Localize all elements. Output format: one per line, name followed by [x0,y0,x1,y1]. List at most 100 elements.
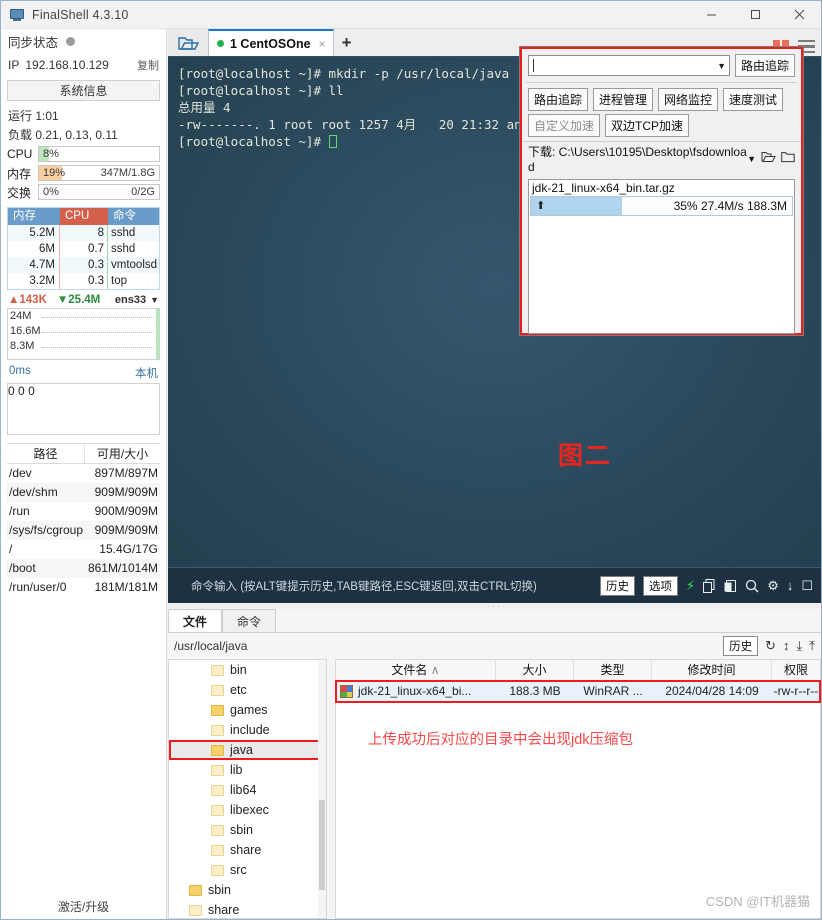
net-scale-2: 8.3M [10,340,35,352]
lat-scale-2: 0 [28,384,35,398]
tree-item-java[interactable]: java [169,740,326,760]
download-icon[interactable]: ⤓ [797,638,803,654]
upload-icon[interactable]: ⤒ [809,638,815,654]
tree-item-etc[interactable]: etc [169,680,326,700]
process-row[interactable]: 3.2M 0.3 top [8,273,159,289]
command-input-bar[interactable]: 命令输入 (按ALT键提示历史,TAB键路径,ESC键返回,双击CTRL切换) … [168,567,821,603]
folder-icon [211,864,224,876]
disk-row[interactable]: /boot 861M/1014M [7,559,160,578]
download-icon[interactable]: ↓ [787,578,794,593]
meter-label: 交换 [7,185,32,200]
meter-bar: 8% [38,146,160,162]
column-permissions[interactable]: 权限 [772,660,820,680]
sync-status-label: 同步状态 [8,36,59,50]
tree-item-src[interactable]: src [169,860,326,880]
tool-speed-test[interactable]: 速度测试 [723,88,784,111]
tree-item-include[interactable]: include [169,720,326,740]
tab-commands[interactable]: 命令 [222,609,277,632]
chevron-down-icon[interactable]: ▼ [717,56,726,75]
tool-route-trace[interactable]: 路由追踪 [528,88,589,111]
close-button[interactable] [777,1,821,29]
options-button[interactable]: 选项 [643,575,679,596]
bolt-icon[interactable]: ⚡ [686,578,695,594]
process-cmd: vmtoolsd [111,259,158,271]
tool-dual-tcp-accel[interactable]: 双边TCP加速 [605,114,690,137]
disk-row[interactable]: /dev 897M/897M [7,464,160,483]
process-row[interactable]: 6M 0.7 sshd [8,241,159,257]
tab-centosone[interactable]: 1 CentOSOne × [208,29,334,56]
disk-row[interactable]: /dev/shm 909M/909M [7,483,160,502]
network-interface-select[interactable]: ens33 [115,294,146,306]
copy-icon[interactable] [703,578,716,593]
disk-row[interactable]: /run/user/0 181M/181M [7,578,160,597]
column-modified[interactable]: 修改时间 [652,660,772,680]
disk-path: / [9,542,13,556]
close-icon[interactable]: × [319,37,326,51]
maximize-button[interactable] [733,1,777,29]
host-combobox[interactable]: ▼ [528,55,730,76]
disk-row[interactable]: /run 900M/909M [7,502,160,521]
process-row[interactable]: 5.2M 8 sshd [8,225,159,241]
transfer-status: 35% 27.4M/s 188.3M [673,199,787,213]
process-cpu: 0.7 [60,241,108,257]
activate-upgrade-link[interactable]: 激活/升级 [1,898,166,915]
tree-item-sbin[interactable]: sbin [169,820,326,840]
open-folder-icon[interactable] [761,151,776,166]
column-size[interactable]: 大小 [496,660,574,680]
tree-item-libexec[interactable]: libexec [169,800,326,820]
disk-row[interactable]: /sys/fs/cgroup 909M/909M [7,521,160,540]
tree-item-share[interactable]: share [169,900,326,918]
file-modified-cell: 2024/04/28 14:09 [665,684,759,698]
search-icon[interactable] [745,579,759,593]
tab-files[interactable]: 文件 [168,609,223,632]
current-path[interactable]: /usr/local/java [174,639,247,653]
tree-item-bin[interactable]: bin [169,660,326,680]
column-filename[interactable]: 文件名 ∧ [336,660,496,680]
transfer-progress-row[interactable]: ⬆ 35% 27.4M/s 188.3M [530,196,793,216]
table-row[interactable]: jdk-21_linux-x64_bi... 188.3 MB WinRAR .… [336,681,820,702]
open-folder-icon[interactable] [168,29,208,56]
gear-icon[interactable]: ⚙ [767,578,779,594]
tree-item-lib[interactable]: lib [169,760,326,780]
disk-row[interactable]: / 15.4G/17G [7,540,160,559]
tree-item-lib64[interactable]: lib64 [169,780,326,800]
copy-ip-button[interactable]: 复制 [137,57,159,73]
tool-network-monitor[interactable]: 网络监控 [658,88,719,111]
tool-custom-accel[interactable]: 自定义加速 [528,114,601,137]
process-col-mem[interactable]: 内存 [8,208,60,225]
process-cpu: 0.3 [60,257,108,273]
process-col-cmd[interactable]: 命令 [108,208,159,225]
paste-icon[interactable] [724,579,737,593]
chevron-down-icon[interactable]: ▼ [747,154,756,164]
tree-item-sbin[interactable]: sbin [169,880,326,900]
tool-buttons-row-1: 路由追踪 进程管理 网络监控 速度测试 [522,84,801,113]
tree-item-label: bin [230,663,247,677]
disk-col-path: 路径 [7,444,85,463]
tree-scrollbar[interactable] [318,660,326,918]
new-tab-button[interactable]: + [334,29,360,56]
up-level-icon[interactable]: ↕ [783,638,790,653]
tree-item-games[interactable]: games [169,700,326,720]
tree-item-label: lib64 [230,783,257,797]
column-type[interactable]: 类型 [574,660,652,680]
tree-item-share[interactable]: share [169,840,326,860]
title-bar: FinalShell 4.3.10 [1,1,821,29]
directory-tree[interactable]: bin etc games include java lib lib64 libexec sbi… [168,659,327,919]
tool-process-manager[interactable]: 进程管理 [593,88,654,111]
new-folder-icon[interactable] [781,151,795,166]
process-row[interactable]: 4.7M 0.3 vmtoolsd [8,257,159,273]
route-trace-button[interactable]: 路由追踪 [734,54,795,77]
path-history-button[interactable]: 历史 [723,635,759,656]
meter-memory: 内存 19% 347M/1.8G [7,164,160,182]
tree-item-label: lib [230,763,243,777]
download-path-actions: ▼ [747,145,795,166]
refresh-icon[interactable]: ↻ [765,638,776,654]
window-icon[interactable]: ☐ [801,578,813,594]
latency-target[interactable]: 本机 [135,365,158,381]
process-mem: 5.2M [8,225,60,241]
chevron-down-icon[interactable]: ▼ [150,295,159,305]
process-col-cpu[interactable]: CPU [60,208,108,225]
minimize-button[interactable] [689,1,733,29]
history-button[interactable]: 历史 [600,575,636,596]
system-info-button[interactable]: 系统信息 [7,80,160,101]
